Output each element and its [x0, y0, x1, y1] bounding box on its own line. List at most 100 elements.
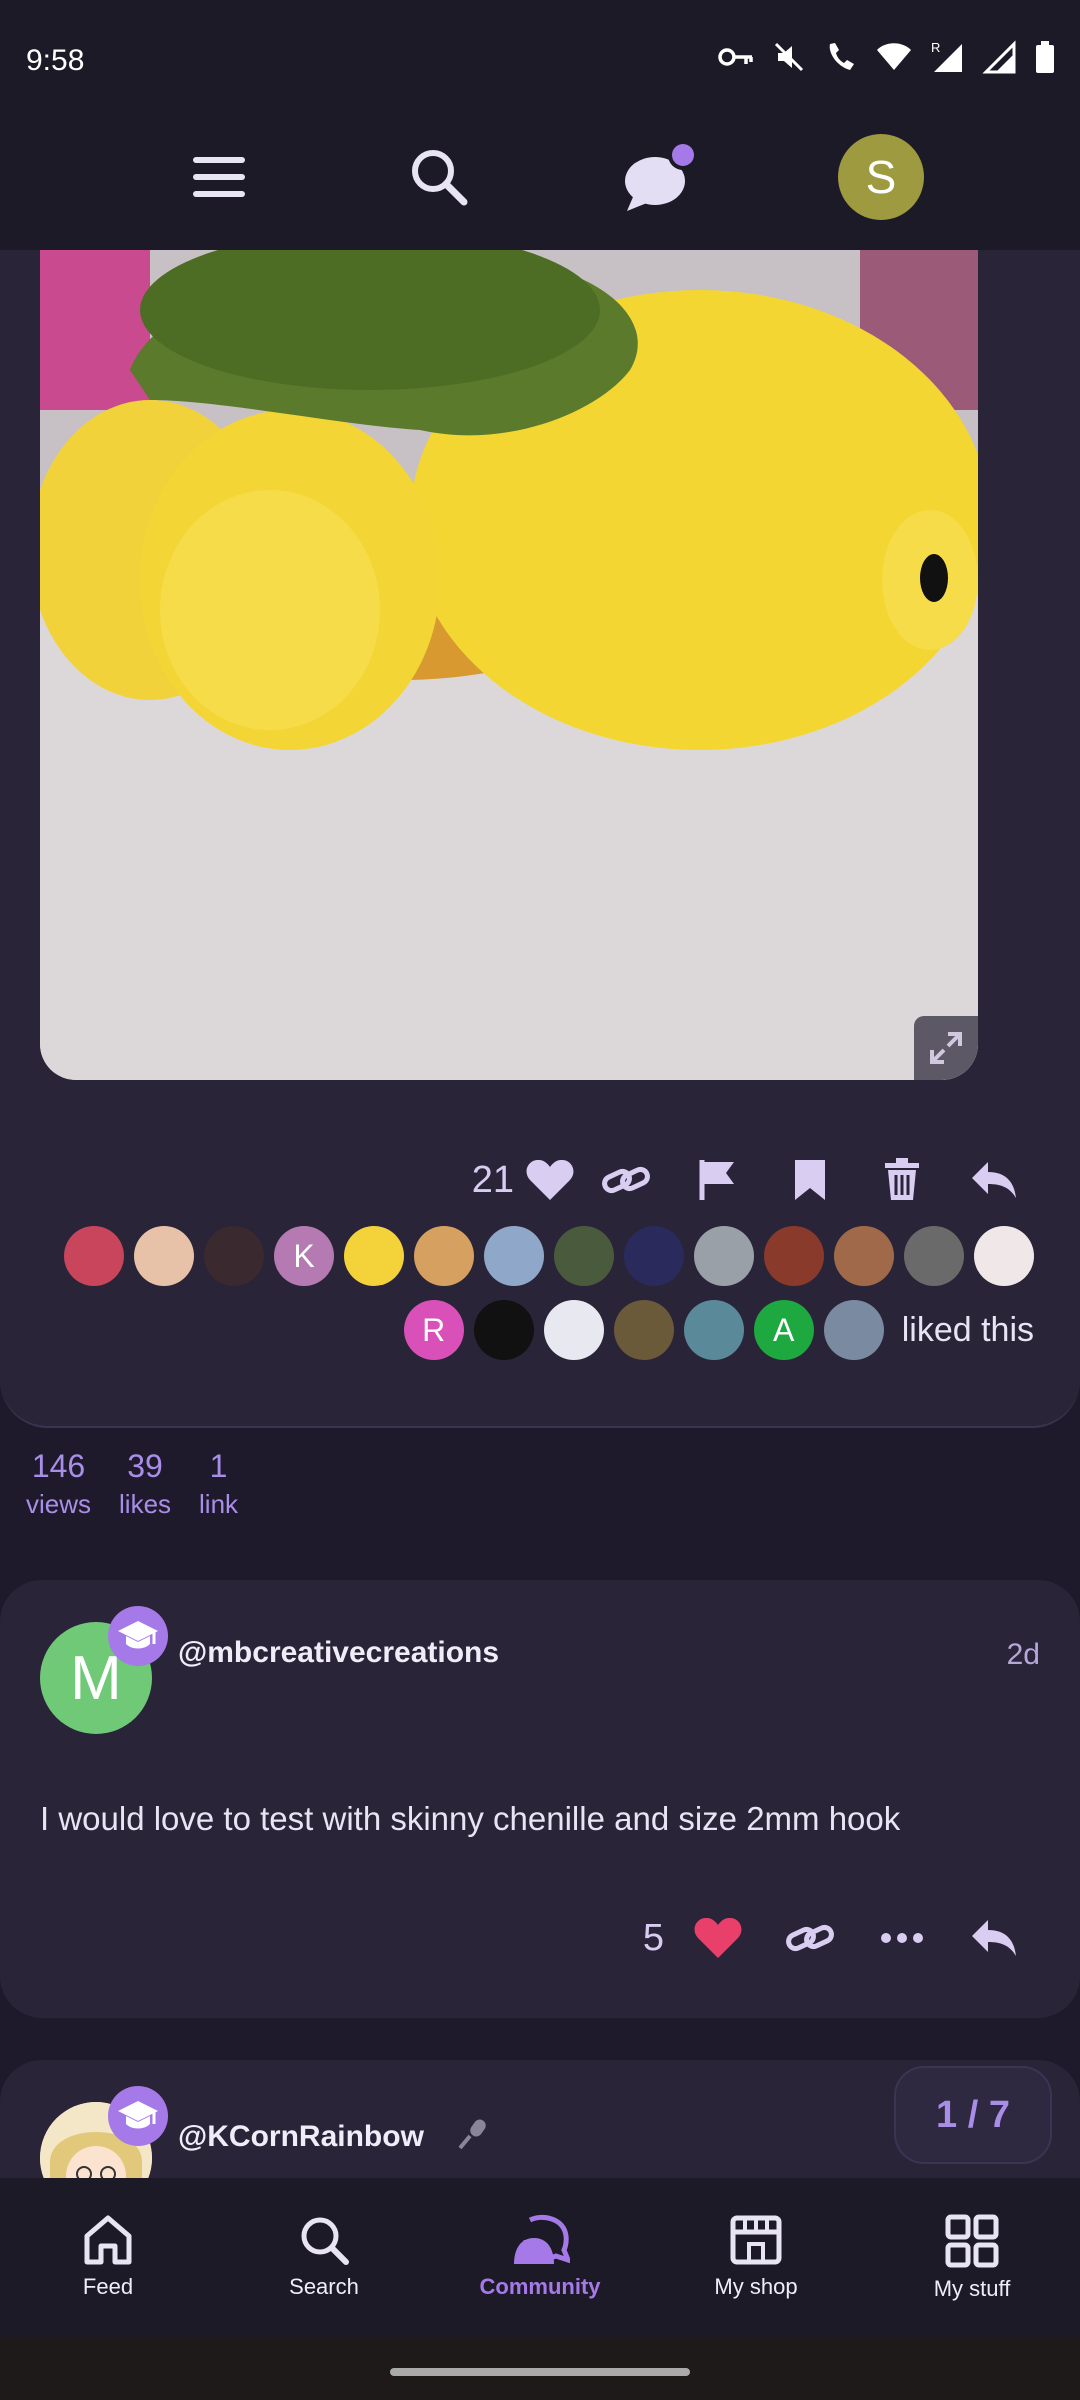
bookmark-button[interactable] — [764, 1150, 856, 1210]
comment-username[interactable]: @KCornRainbow — [178, 2116, 492, 2160]
nav-label: Feed — [82, 2274, 134, 2299]
post-actions: 21 — [472, 1150, 1040, 1210]
likes-stat[interactable]: 39 likes — [119, 1448, 171, 1520]
search-icon — [412, 150, 468, 206]
post-card: 21 K R Aliked this — [0, 230, 1080, 1428]
heart-icon — [526, 1159, 574, 1200]
battery-icon — [1034, 40, 1056, 74]
comment-link-button[interactable] — [764, 1908, 856, 1968]
comment-actions: 5 — [643, 1908, 1040, 1968]
links-stat[interactable]: 1 link — [199, 1448, 238, 1520]
liker-avatar[interactable]: R — [403, 1300, 464, 1360]
comment-more-button[interactable] — [856, 1908, 948, 1968]
vpn-key-icon — [718, 45, 754, 69]
home-handle[interactable] — [390, 2368, 690, 2376]
community-icon — [514, 2214, 570, 2264]
status-icons: R — [718, 40, 1056, 74]
liker-avatar[interactable] — [484, 1226, 544, 1286]
liker-avatar[interactable] — [764, 1226, 824, 1286]
liker-avatar[interactable] — [613, 1300, 674, 1360]
liker-avatar[interactable] — [543, 1300, 604, 1360]
views-stat[interactable]: 146 views — [26, 1448, 91, 1520]
wifi-icon — [876, 42, 912, 72]
report-button[interactable] — [672, 1150, 764, 1210]
grid-icon — [945, 2214, 999, 2268]
trash-icon — [885, 1158, 919, 1200]
nav-label: Search — [289, 2274, 359, 2299]
liker-avatar[interactable] — [64, 1226, 124, 1286]
liker-avatar[interactable]: K — [274, 1226, 334, 1286]
stat-label: views — [26, 1489, 92, 1519]
search-icon — [301, 2217, 349, 2265]
profile-button[interactable]: S — [836, 132, 926, 222]
like-count: 21 — [471, 1158, 514, 1201]
liker-avatar[interactable] — [473, 1300, 534, 1360]
liker-avatar[interactable]: A — [753, 1300, 814, 1360]
nav-feed[interactable]: Feed — [0, 2178, 216, 2338]
liker-avatar[interactable] — [624, 1226, 684, 1286]
home-icon — [84, 2215, 132, 2265]
nav-community[interactable]: Community — [432, 2178, 648, 2338]
link-icon — [602, 1166, 650, 1194]
stat-number: 1 — [209, 1448, 228, 1484]
heart-icon — [694, 1917, 742, 1958]
liker-avatar[interactable] — [904, 1226, 964, 1286]
liker-avatar[interactable] — [683, 1300, 744, 1360]
signal-r-icon: R — [930, 40, 964, 74]
nav-my-shop[interactable]: My shop — [648, 2178, 864, 2338]
post-photo[interactable] — [40, 250, 978, 1080]
stat-number: 39 — [127, 1448, 163, 1484]
expand-image-button[interactable] — [914, 1016, 978, 1080]
nav-search[interactable]: Search — [216, 2178, 432, 2338]
mute-icon — [772, 40, 806, 74]
reply-icon — [972, 1162, 1016, 1198]
post-stats: 146 views 39 likes 1 link — [26, 1448, 238, 1520]
menu-button[interactable] — [174, 132, 264, 222]
comment-reply-button[interactable] — [948, 1908, 1040, 1968]
bookmark-icon — [795, 1160, 825, 1200]
liker-avatar[interactable] — [694, 1226, 754, 1286]
status-bar: 9:58 R — [0, 0, 1080, 124]
link-button[interactable] — [580, 1150, 672, 1210]
nav-my-stuff[interactable]: My stuff — [864, 2178, 1080, 2338]
liker-avatar[interactable] — [414, 1226, 474, 1286]
nav-label: My stuff — [933, 2276, 1011, 2301]
liker-avatar[interactable] — [554, 1226, 614, 1286]
stat-label: link — [199, 1489, 239, 1519]
like-button[interactable] — [520, 1150, 580, 1210]
expand-icon — [930, 1032, 962, 1064]
liker-avatar[interactable] — [823, 1300, 884, 1360]
chat-bubble-icon — [625, 140, 698, 211]
comment-text: I would love to test with skinny chenill… — [40, 1800, 901, 1837]
wifi-call-icon — [824, 40, 858, 74]
liker-avatar[interactable] — [134, 1226, 194, 1286]
search-button[interactable] — [394, 132, 484, 222]
hamburger-icon — [193, 157, 245, 197]
comment-like-button[interactable] — [672, 1908, 764, 1968]
stat-label: likes — [119, 1489, 172, 1519]
liker-avatar[interactable] — [834, 1226, 894, 1286]
nav-label: My shop — [714, 2274, 798, 2299]
reply-button[interactable] — [948, 1150, 1040, 1210]
pagination-indicator[interactable]: 1 / 7 — [894, 2066, 1052, 2164]
comment-username[interactable]: @mbcreativecreations — [178, 1636, 499, 1670]
comment-username-text: @KCornRainbow — [178, 2119, 424, 2153]
liker-avatar[interactable] — [974, 1226, 1034, 1286]
crochet-turtle-image — [40, 250, 978, 1080]
comment-time: 2d — [1006, 1638, 1040, 1671]
messages-button[interactable] — [614, 132, 704, 222]
likers-row: K — [34, 1226, 1034, 1286]
svg-text:R: R — [931, 40, 940, 55]
delete-button[interactable] — [856, 1150, 948, 1210]
reply-icon — [972, 1920, 1016, 1956]
liker-avatar[interactable] — [204, 1226, 264, 1286]
status-time: 9:58 — [26, 44, 85, 77]
nav-label: Community — [479, 2274, 601, 2299]
comment-like-count: 5 — [642, 1916, 664, 1959]
link-icon — [786, 1924, 834, 1952]
stat-number: 146 — [31, 1448, 86, 1484]
user-avatar: S — [838, 134, 924, 220]
comment-card: M @mbcreativecreations 2d I would love t… — [0, 1580, 1080, 2018]
liker-avatar[interactable] — [344, 1226, 404, 1286]
graduation-cap-icon — [108, 1606, 168, 1666]
